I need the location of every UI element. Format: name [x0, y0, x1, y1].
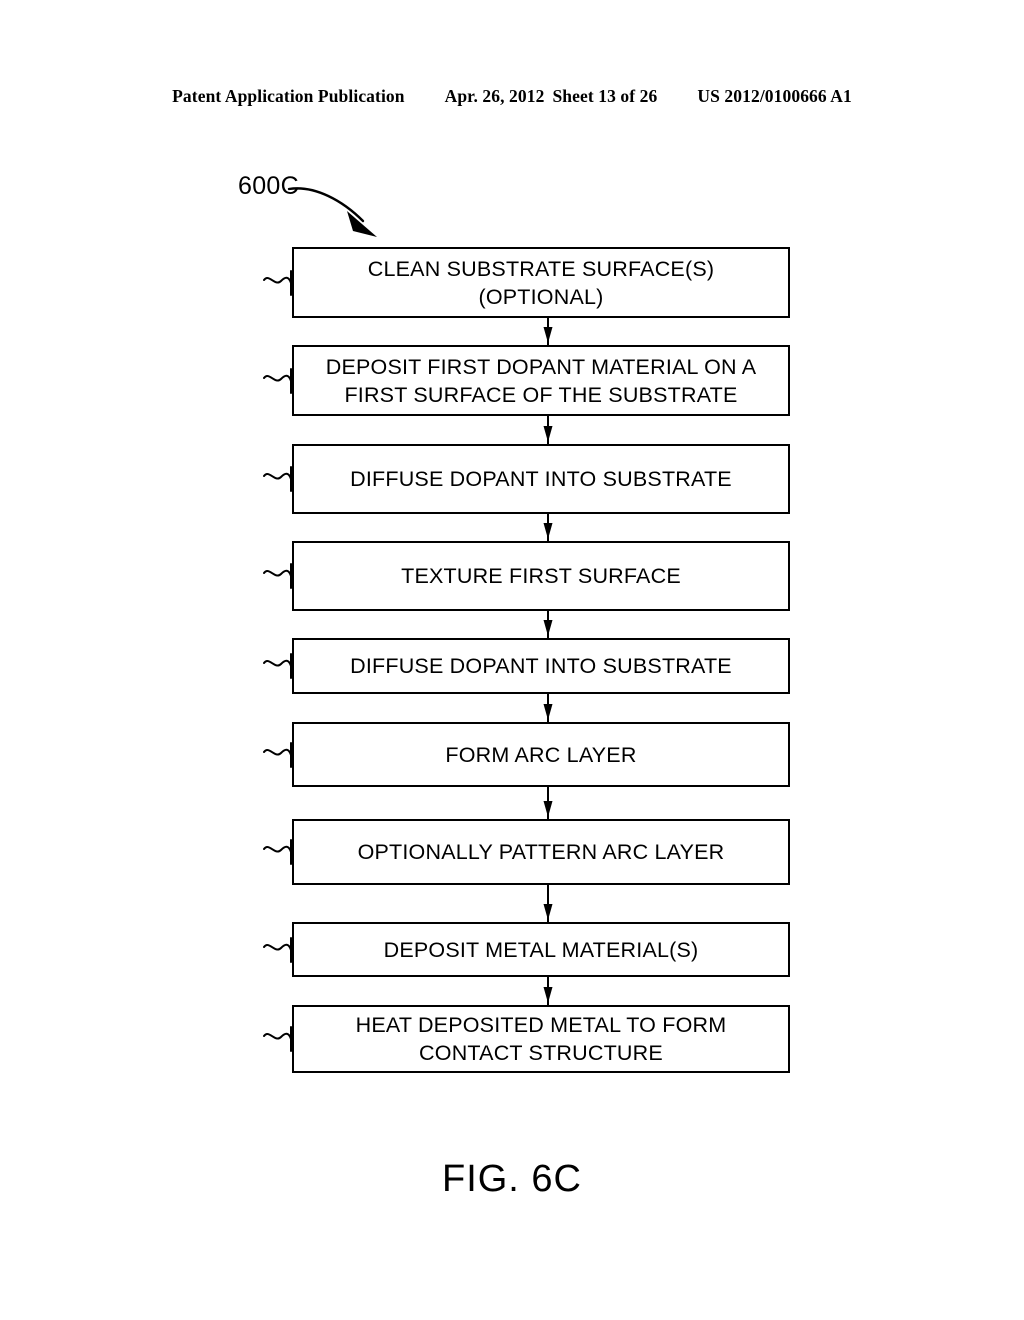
flowchart-step-box-616: HEAT DEPOSITED METAL TO FORM CONTACT STR…: [292, 1005, 790, 1073]
flowchart-leader-squiggle-icon: [263, 741, 292, 768]
flowchart-arrow-connector-icon: [543, 514, 553, 541]
flowchart-figure: 600C CLEAN SUBSTRATE SURFACE(S) (OPTIONA…: [0, 0, 1024, 1320]
flowchart-leader-squiggle-icon: [263, 839, 292, 865]
flowchart-step-box-602: CLEAN SUBSTRATE SURFACE(S) (OPTIONAL): [292, 247, 790, 318]
flowchart-leader-squiggle-icon: [263, 1026, 292, 1052]
flowchart-arrow-connector-icon: [543, 787, 553, 819]
flowchart-arrow-connector-icon: [543, 611, 553, 638]
flowchart-leader-squiggle-icon: [263, 269, 292, 296]
flowchart-step-box-608B: DIFFUSE DOPANT INTO SUBSTRATE: [292, 638, 790, 694]
flowchart-arrow-connector-icon: [543, 977, 553, 1005]
flowchart-step-text: HEAT DEPOSITED METAL TO FORM CONTACT STR…: [355, 1013, 727, 1065]
flowchart-arrow-connector-icon: [543, 694, 553, 722]
figure-reference-arrow-icon: [287, 187, 377, 237]
flowchart-step-text: FORM ARC LAYER: [445, 742, 637, 767]
figure-caption: FIG. 6C: [441, 1158, 583, 1200]
flowchart-leader-squiggle-icon: [263, 563, 292, 589]
flowchart-step-box-606: TEXTURE FIRST SURFACE: [292, 541, 790, 611]
flowchart-step-text: OPTIONALLY PATTERN ARC LAYER: [357, 840, 725, 864]
flowchart-step-text: CLEAN SUBSTRATE SURFACE(S) (OPTIONAL): [367, 256, 715, 309]
flowchart-step-text: DIFFUSE DOPANT INTO SUBSTRATE: [350, 467, 732, 491]
flowchart-step-text: DEPOSIT METAL MATERIAL(S): [383, 937, 699, 962]
flowchart-leader-squiggle-icon: [263, 653, 292, 679]
flowchart-step-box-605: DIFFUSE DOPANT INTO SUBSTRATE: [292, 444, 790, 514]
flowchart-step-text: TEXTURE FIRST SURFACE: [401, 564, 681, 588]
flowchart-step-text: DIFFUSE DOPANT INTO SUBSTRATE: [350, 654, 732, 678]
flowchart-step-box-610: FORM ARC LAYER: [292, 722, 790, 787]
flowchart-arrow-connector-icon: [543, 885, 553, 922]
flowchart-leader-squiggle-icon: [263, 466, 292, 492]
flowchart-step-box-604: DEPOSIT FIRST DOPANT MATERIAL ON A FIRST…: [292, 345, 790, 416]
flowchart-step-box-614: DEPOSIT METAL MATERIAL(S): [292, 922, 790, 977]
flowchart-leader-squiggle-icon: [263, 367, 292, 394]
flowchart-arrow-connector-icon: [543, 416, 553, 444]
flowchart-arrow-connector-icon: [543, 318, 553, 345]
flowchart-step-text: DEPOSIT FIRST DOPANT MATERIAL ON A FIRST…: [325, 354, 757, 407]
flowchart-leader-squiggle-icon: [263, 936, 292, 963]
flowchart-step-box-612: OPTIONALLY PATTERN ARC LAYER: [292, 819, 790, 885]
